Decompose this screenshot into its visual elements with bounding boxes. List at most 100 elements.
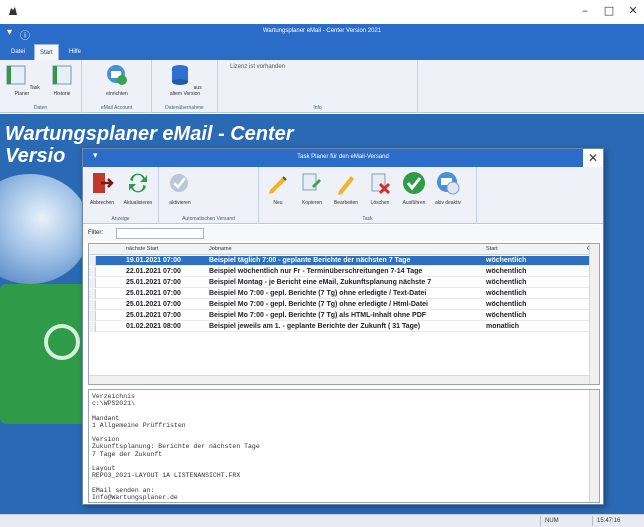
cell-next-start: 25.01.2021 07:00 bbox=[126, 290, 181, 297]
email-setup-label: einrichten bbox=[106, 91, 128, 97]
column-header-next-start[interactable]: nächste Start bbox=[126, 246, 158, 252]
cell-start: wöchentlich bbox=[486, 301, 527, 308]
table-row[interactable]: 22.01.2021 07:00 Beispiel wöchentlich nu… bbox=[89, 267, 589, 277]
dialog-group-task: Neu Kopieren Bearbeiten Löschen Ausführe… bbox=[259, 167, 477, 224]
task-details-panel: Verzeichnis c:\WPS2021\ Mandant 1 Allgem… bbox=[88, 389, 600, 503]
cell-jobname: Beispiel Mo 7:00 - gepl. Berichte (7 Tg)… bbox=[209, 301, 428, 308]
ribbon-group-datenuebernahme: aus altem Version Datenübernahme bbox=[152, 60, 218, 113]
cell-jobname: Beispiel täglich 7:00 - geplante Bericht… bbox=[209, 257, 411, 264]
task-details-text: Verzeichnis c:\WPS2021\ Mandant 1 Allgem… bbox=[92, 393, 260, 501]
status-bar: NUM 15:47:16 bbox=[0, 514, 644, 527]
cell-start: wöchentlich bbox=[486, 257, 527, 264]
window-title: Wartungsplaner eMail - Center Version 20… bbox=[262, 28, 382, 34]
cell-next-start: 25.01.2021 07:00 bbox=[126, 301, 181, 308]
table-row[interactable]: 01.02.2021 08:00 Beispiel jeweils am 1. … bbox=[89, 322, 589, 332]
activate-button[interactable]: aktivieren bbox=[163, 170, 197, 206]
table-row[interactable]: 19.01.2021 07:00 Beispiel täglich 7:00 -… bbox=[89, 256, 589, 266]
edit-task-label: Bearbeiten bbox=[333, 200, 359, 206]
globe-graphic bbox=[0, 174, 90, 284]
task-grid: nächste Start Jobname Start C 19.01.2021… bbox=[88, 243, 600, 385]
column-header-jobname[interactable]: Jobname bbox=[209, 246, 232, 252]
dialog-title: Task Planer für den eMail-Versand bbox=[297, 154, 389, 160]
edit-icon bbox=[338, 176, 354, 195]
grid-horizontal-scrollbar[interactable] bbox=[89, 375, 589, 384]
delete-icon bbox=[371, 173, 391, 195]
email-setup-icon bbox=[107, 65, 127, 85]
group-label-daten: Daten bbox=[33, 105, 48, 111]
dialog-ribbon: Abbrechen Aktualisieren Anzeige aktivier… bbox=[83, 167, 603, 224]
window-titlebar: – □ ✕ bbox=[0, 0, 644, 24]
grid-header: nächste Start Jobname Start C bbox=[89, 244, 599, 255]
group-label-datenuebernahme: Datenübernahme bbox=[165, 105, 204, 111]
toggle-active-label: akiv deaktiv bbox=[434, 200, 462, 206]
email-book-graphic bbox=[0, 284, 92, 424]
delete-task-button[interactable]: Löschen bbox=[363, 170, 397, 206]
table-row[interactable]: 25.01.2021 07:00 Beispiel Montag - je Be… bbox=[89, 278, 589, 288]
activate-icon bbox=[170, 174, 188, 192]
maximize-button[interactable]: □ bbox=[602, 4, 616, 18]
filter-input[interactable] bbox=[116, 228, 204, 239]
execute-task-button[interactable]: Ausführen bbox=[397, 170, 431, 206]
cell-start: wöchentlich bbox=[486, 290, 527, 297]
copy-icon bbox=[302, 173, 321, 191]
cell-jobname: Beispiel Mo 7:00 - gepl. Berichte (7 Tg)… bbox=[209, 290, 427, 297]
group-label-info: Info bbox=[313, 105, 322, 111]
cell-next-start: 25.01.2021 07:00 bbox=[126, 279, 181, 286]
history-icon bbox=[52, 65, 72, 85]
details-vertical-scrollbar[interactable] bbox=[589, 390, 599, 502]
cell-start: wöchentlich bbox=[486, 279, 527, 286]
copy-task-label: Kopieren bbox=[301, 200, 322, 206]
status-time: 15:47:16 bbox=[592, 516, 642, 526]
table-row[interactable]: 25.01.2021 07:00 Beispiel Mo 7:00 - gepl… bbox=[89, 289, 589, 299]
refresh-label: Aktualisieren bbox=[123, 200, 153, 206]
ribbon-body: Task Planer Historie Daten einrichten eM… bbox=[0, 60, 644, 113]
close-button[interactable]: ✕ bbox=[626, 4, 640, 18]
refresh-button[interactable]: Aktualisieren bbox=[121, 170, 155, 206]
email-setup-button[interactable]: einrichten bbox=[99, 63, 135, 97]
activate-label: aktivieren bbox=[169, 200, 191, 206]
history-button[interactable]: Historie bbox=[44, 63, 80, 97]
cell-jobname: Beispiel wöchentlich nur Fr - Terminüber… bbox=[209, 268, 423, 275]
table-row[interactable]: 25.01.2021 07:00 Beispiel Mo 7:00 - gepl… bbox=[89, 311, 589, 321]
edit-task-button[interactable]: Bearbeiten bbox=[329, 170, 363, 206]
dialog-group-label-task: Task bbox=[362, 216, 373, 222]
ribbon-group-email-account: einrichten eMail Account bbox=[82, 60, 152, 113]
dialog-group-anzeige: Abbrechen Aktualisieren Anzeige bbox=[83, 167, 159, 224]
cell-jobname: Beispiel jeweils am 1. - geplante Berich… bbox=[209, 323, 421, 330]
import-old-version-button[interactable]: aus altem Version bbox=[167, 63, 203, 97]
tab-start[interactable]: Start bbox=[34, 44, 59, 60]
dialog-group-auto: aktivieren Automatischen Versand bbox=[159, 167, 259, 224]
tab-hilfe[interactable]: Hilfe bbox=[64, 44, 86, 60]
dialog-close-button[interactable]: ✕ bbox=[583, 149, 603, 167]
exit-icon bbox=[93, 173, 114, 193]
refresh-icon bbox=[129, 173, 147, 193]
cancel-button[interactable]: Abbrechen bbox=[85, 170, 119, 206]
task-planner-dialog: ▾ Task Planer für den eMail-Versand ✕ Ab… bbox=[82, 148, 604, 505]
main-title-line1: Wartungsplaner eMail - Center bbox=[5, 123, 294, 145]
cell-next-start: 25.01.2021 07:00 bbox=[126, 312, 181, 319]
ribbon-group-daten: Task Planer Historie Daten bbox=[0, 60, 82, 113]
task-planner-button[interactable]: Task Planer bbox=[4, 63, 40, 97]
grid-vertical-scrollbar[interactable] bbox=[589, 244, 599, 384]
cell-jobname: Beispiel Montag - je Bericht eine eMail,… bbox=[209, 279, 432, 286]
delete-task-label: Löschen bbox=[370, 200, 390, 206]
copy-task-button[interactable]: Kopieren bbox=[295, 170, 329, 206]
filter-row: Filter: bbox=[83, 225, 603, 241]
toggle-active-button[interactable]: akiv deaktiv bbox=[431, 170, 465, 206]
minimize-button[interactable]: – bbox=[578, 4, 592, 18]
tab-datei[interactable]: Datei bbox=[6, 44, 30, 60]
ribbon-header: ▾ ⓘ Wartungsplaner eMail - Center Versio… bbox=[0, 24, 644, 60]
history-label: Historie bbox=[53, 91, 71, 97]
column-header-start[interactable]: Start bbox=[486, 246, 498, 252]
num-lock-indicator: NUM bbox=[540, 516, 590, 526]
cell-start: wöchentlich bbox=[486, 268, 527, 275]
dialog-group-label-anzeige: Anzeige bbox=[111, 216, 130, 222]
cancel-label: Abbrechen bbox=[89, 200, 115, 206]
execute-icon bbox=[403, 172, 425, 194]
cell-next-start: 01.02.2021 08:00 bbox=[126, 323, 181, 330]
table-row[interactable]: 25.01.2021 07:00 Beispiel Mo 7:00 - gepl… bbox=[89, 300, 589, 310]
dialog-titlebar: ▾ Task Planer für den eMail-Versand ✕ bbox=[83, 149, 603, 167]
cell-next-start: 22.01.2021 07:00 bbox=[126, 268, 181, 275]
new-task-button[interactable]: Neu bbox=[261, 170, 295, 206]
cell-start: monatlich bbox=[486, 323, 520, 330]
